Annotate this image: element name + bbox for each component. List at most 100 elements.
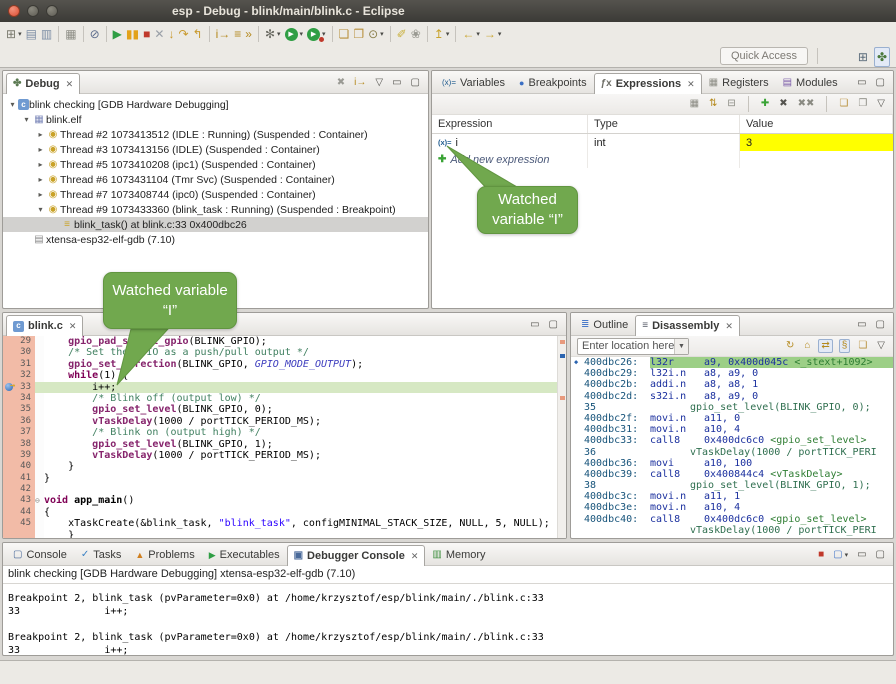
instruction-stepping-mode-icon[interactable]: i→ <box>352 77 368 89</box>
editor-line[interactable]: 32 while(1) { <box>3 370 566 381</box>
step-into-icon[interactable]: ↓ <box>166 24 176 44</box>
line-number-gutter[interactable]: 45 <box>3 518 35 529</box>
add-new-expression-row[interactable]: ✚ Add new expression <box>432 151 893 168</box>
disassembly-row[interactable]: 400dbc39:call80x400844c4 <vTaskDelay> <box>571 469 893 480</box>
line-number-gutter[interactable]: 38 <box>3 439 35 450</box>
refresh-icon[interactable]: ↻ <box>784 339 796 353</box>
disassembly-row[interactable]: vTaskDelay(1000 / portTICK_PERI <box>571 525 893 536</box>
breakpoint-mark[interactable] <box>560 354 565 358</box>
terminate-console-icon[interactable]: ■ <box>816 549 826 561</box>
tree-row[interactable]: ▾▦blink.elf <box>3 112 428 127</box>
debug-perspective-icon[interactable]: ✤ <box>874 47 890 67</box>
editor-line[interactable]: 35 gpio_set_level(BLINK_GPIO, 0); <box>3 404 566 415</box>
debug-icon[interactable]: ✻▾ <box>263 24 283 44</box>
tree-row[interactable]: ▸◉Thread #3 1073413156 (IDLE) (Suspended… <box>3 142 428 157</box>
line-number-gutter[interactable]: 30 <box>3 347 35 358</box>
line-number-gutter[interactable]: 29 <box>3 336 35 347</box>
show-source-lookup-icon[interactable]: ≡ <box>232 24 243 44</box>
disassembly-row[interactable]: 400dbc36:movia10, 100 <box>571 458 893 469</box>
line-number-gutter[interactable] <box>3 530 35 539</box>
tree-row[interactable]: ≡blink_task() at blink.c:33 0x400dbc26 <box>3 217 428 232</box>
close-tab-icon[interactable]: ✕ <box>411 551 419 562</box>
close-tab-icon[interactable]: ✕ <box>725 321 733 332</box>
line-number-gutter[interactable]: 43 <box>3 495 35 506</box>
minimize-icon[interactable]: ▭ <box>855 319 868 331</box>
code-editor[interactable]: 29 gpio_pad_select_gpio(BLINK_GPIO);30 /… <box>3 336 566 539</box>
editor-line[interactable]: 43⊖void app_main() <box>3 495 566 506</box>
editor-line[interactable]: 45 xTaskCreate(&blink_task, "blink_task"… <box>3 518 566 529</box>
annotation-mark[interactable] <box>560 340 565 344</box>
tree-row[interactable]: ▸◉Thread #5 1073410208 (ipc1) (Suspended… <box>3 157 428 172</box>
editor-line[interactable]: 42 <box>3 484 566 495</box>
new-folder-icon[interactable]: ❏ <box>337 24 352 44</box>
disassembly-row[interactable]: 36vTaskDelay(1000 / portTICK_PERI <box>571 447 893 458</box>
editor-line[interactable]: 31 gpio_set_direction(BLINK_GPIO, GPIO_M… <box>3 359 566 370</box>
line-number-gutter[interactable]: 40 <box>3 461 35 472</box>
tab-expressions[interactable]: ƒxExpressions✕ <box>594 73 702 94</box>
forward-icon[interactable]: →▾ <box>482 24 504 44</box>
tab-memory[interactable]: ▥Memory <box>425 544 492 565</box>
toggle-mark-occurrences-icon[interactable]: ✐ <box>395 24 409 44</box>
minimize-icon[interactable]: ▭ <box>528 319 541 331</box>
show-source-icon[interactable]: § <box>839 339 851 353</box>
location-input[interactable]: Enter location here <box>578 339 674 354</box>
tab-debug[interactable]: ✤ Debug ✕ <box>6 73 80 94</box>
location-combo[interactable]: Enter location here ▼ <box>577 338 689 355</box>
tab-breakpoints[interactable]: ●Breakpoints <box>512 72 594 93</box>
window-minimize-button[interactable] <box>27 5 39 17</box>
editor-line[interactable]: 39 vTaskDelay(1000 / portTICK_PERIOD_MS)… <box>3 450 566 461</box>
save-all-icon[interactable]: ▥ <box>39 24 54 44</box>
disassembly-row[interactable]: 400dbc2f:movi.na11, 0 <box>571 413 893 424</box>
editor-line[interactable]: 37 /* Blink on (output high) */ <box>3 427 566 438</box>
collapse-all-icon[interactable]: ⊟ <box>725 98 737 110</box>
show-type-names-icon[interactable]: ▦ <box>688 98 701 110</box>
tree-row[interactable]: ▾cblink checking [GDB Hardware Debugging… <box>3 97 428 112</box>
tab-debugger-console[interactable]: ▣Debugger Console✕ <box>287 545 426 566</box>
disconnect-icon[interactable]: ✕ <box>152 24 166 44</box>
tab-registers[interactable]: ▦Registers <box>702 72 776 93</box>
resume-icon[interactable]: ▶ <box>111 24 124 44</box>
expand-arrow-icon[interactable]: ▸ <box>35 160 46 169</box>
print-icon[interactable]: ▦ <box>63 24 78 44</box>
disassembly-row[interactable]: ◆400dbc26:l32ra9, 0x400d045c <_stext+109… <box>571 357 893 368</box>
disassembly-row[interactable]: 400dbc31:movi.na10, 4 <box>571 424 893 435</box>
line-number-gutter[interactable]: 36 <box>3 416 35 427</box>
editor-line[interactable]: 36 vTaskDelay(1000 / portTICK_PERIOD_MS)… <box>3 416 566 427</box>
minimize-icon[interactable]: ▭ <box>855 77 868 89</box>
editor-line[interactable]: 29 gpio_pad_select_gpio(BLINK_GPIO); <box>3 336 566 347</box>
window-close-button[interactable] <box>8 5 20 17</box>
editor-line[interactable]: 41} <box>3 473 566 484</box>
terminate-icon[interactable]: ■ <box>141 24 152 44</box>
display-selected-console-icon[interactable]: ▢▾ <box>831 549 850 561</box>
line-number-gutter[interactable]: 35 <box>3 404 35 415</box>
line-number-gutter[interactable]: 32 <box>3 370 35 381</box>
disassembly-row[interactable]: 400dbc29:l32i.na8, a9, 0 <box>571 368 893 379</box>
disassembly-row[interactable]: 400dbc2b:addi.na8, a8, 1 <box>571 379 893 390</box>
editor-line[interactable]: 40 } <box>3 461 566 472</box>
expand-arrow-icon[interactable]: ▾ <box>7 100 18 109</box>
maximize-icon[interactable]: ▢ <box>547 319 560 331</box>
tab-console[interactable]: ▢Console <box>6 544 74 565</box>
expression-row[interactable]: (x)= i int 3 <box>432 134 893 151</box>
tree-row[interactable]: ▤xtensa-esp32-elf-gdb (7.10) <box>3 232 428 247</box>
step-over-icon[interactable]: ↷ <box>176 24 190 44</box>
view-menu-icon[interactable]: ▽ <box>373 77 385 89</box>
tree-row[interactable]: ▸◉Thread #6 1073431104 (Tmr Svc) (Suspen… <box>3 172 428 187</box>
expand-arrow-icon[interactable]: ▸ <box>35 145 46 154</box>
line-number-gutter[interactable]: 44 <box>3 507 35 518</box>
minimize-icon[interactable]: ▭ <box>855 549 868 561</box>
line-number-gutter[interactable]: 31 <box>3 359 35 370</box>
disassembly-row[interactable]: 400dbc33:call80x400dc6c0 <gpio_set_level… <box>571 435 893 446</box>
disassembly-row[interactable]: 400dbc40:call80x400dc6c0 <gpio_set_level… <box>571 514 893 525</box>
line-number-gutter[interactable]: 39 <box>3 450 35 461</box>
window-maximize-button[interactable] <box>46 5 58 17</box>
close-tab-icon[interactable]: ✕ <box>687 79 695 90</box>
new-rendering-icon[interactable]: ❏ <box>837 98 850 110</box>
sync-active-context-icon[interactable]: ⇄ <box>818 339 832 353</box>
editor-overview-ruler[interactable] <box>557 336 566 539</box>
editor-line[interactable]: 38 gpio_set_level(BLINK_GPIO, 1); <box>3 439 566 450</box>
skip-all-breakpoints-icon[interactable]: ⊘ <box>88 24 102 44</box>
expand-arrow-icon[interactable]: ▸ <box>35 175 46 184</box>
disassembly-row[interactable]: 38gpio_set_level(BLINK_GPIO, 1); <box>571 480 893 491</box>
chevron-down-icon[interactable]: ▼ <box>674 339 688 354</box>
